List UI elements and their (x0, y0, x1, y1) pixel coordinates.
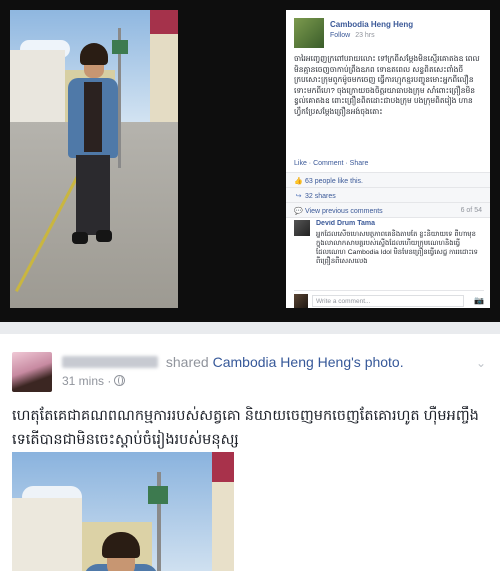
post-timestamp: 31 mins · (62, 374, 126, 388)
thumbs-up-icon: 👍 (294, 178, 303, 185)
view-previous-link[interactable]: View previous comments (305, 208, 383, 215)
post-time-text[interactable]: 31 mins (62, 374, 104, 388)
post-photo[interactable] (12, 452, 234, 571)
comment-item: Devid Drum Tama អ្នកដែលសើចហេសមត្ថភាពគេនិ… (294, 220, 484, 284)
post-stats: 👍 63 people like this. ↪ 32 shares 💬 View p… (286, 172, 490, 218)
likes-text: 63 people like this. (305, 178, 363, 185)
shared-page-link[interactable]: Cambodia Heng Heng (213, 354, 352, 370)
author-avatar[interactable] (12, 352, 52, 392)
commenter-avatar[interactable] (294, 220, 310, 236)
post-meta: Follow 23 hrs (330, 32, 375, 39)
page-avatar[interactable] (294, 18, 324, 48)
person-shoe (72, 232, 88, 244)
share-link[interactable]: Share (350, 160, 369, 167)
person-shirt (84, 82, 102, 152)
likes-row[interactable]: 👍 63 people like this. (286, 173, 490, 188)
viewer-avatar (294, 294, 308, 308)
photo-side-panel: Cambodia Heng Heng Follow 23 hrs ចារៃអញ្… (286, 10, 490, 308)
viewer-photo[interactable] (10, 10, 178, 308)
shares-row[interactable]: ↪ 32 shares (286, 188, 490, 203)
post-header: shared Cambodia Heng Heng's photo. (62, 354, 404, 370)
person-hair (80, 43, 108, 65)
camera-icon[interactable]: 📷 (474, 296, 484, 305)
commenter-name[interactable]: Devid Drum Tama (316, 220, 375, 227)
photo-sign (112, 40, 128, 54)
person-legs (76, 155, 110, 235)
post-body: ហេតុតែគេជាគណពណកម្មការរបស់សត្វគោ និយាយចេញ… (12, 408, 479, 448)
photo-building-roof (212, 452, 234, 482)
person-hair (102, 532, 140, 558)
chevron-down-icon[interactable]: ⌄ (476, 356, 486, 370)
photo-building (212, 482, 234, 571)
share-icon: ↪ (295, 193, 302, 200)
photo-viewer: Cambodia Heng Heng Follow 23 hrs ចារៃអញ្… (0, 0, 500, 322)
page-name-link[interactable]: Cambodia Heng Heng (330, 20, 413, 29)
photo-building-roof (150, 10, 178, 34)
photo-building (12, 498, 82, 571)
globe-icon (114, 375, 126, 386)
follow-link[interactable]: Follow (330, 32, 350, 39)
shares-text: 32 shares (305, 193, 336, 200)
shared-verb: shared (165, 354, 209, 370)
write-comment-row: Write a comment... 📷 (294, 290, 484, 308)
feed-divider (0, 322, 500, 334)
person-shoe (96, 230, 112, 242)
comment-link[interactable]: Comment (313, 160, 343, 167)
previous-comments-row[interactable]: 💬 View previous comments 6 of 54 (286, 203, 490, 218)
photo-sign (148, 486, 168, 504)
shared-post: shared Cambodia Heng Heng's photo. 31 mi… (0, 334, 500, 571)
photo-caption: ចារៃអញ្ចេញក្រពៅបរាយលោះ ទៅក្រពីសម្ដែងមិនស… (294, 54, 480, 116)
author-name-blurred[interactable] (62, 356, 158, 368)
comment-input[interactable]: Write a comment... (312, 295, 464, 307)
post-time[interactable]: 23 hrs (355, 32, 374, 39)
shared-suffix[interactable]: 's photo. (351, 354, 404, 370)
comment-count: 6 of 54 (460, 207, 482, 214)
comment-text: អ្នកដែលសើចហេសមត្ថភាពគេនិងតាមតែ ខ្លះនិយាយ… (316, 231, 478, 265)
post-actions: Like · Comment · Share (294, 160, 369, 167)
photo-building (10, 50, 65, 122)
comment-icon: 💬 (294, 208, 303, 215)
like-link[interactable]: Like (294, 160, 307, 167)
